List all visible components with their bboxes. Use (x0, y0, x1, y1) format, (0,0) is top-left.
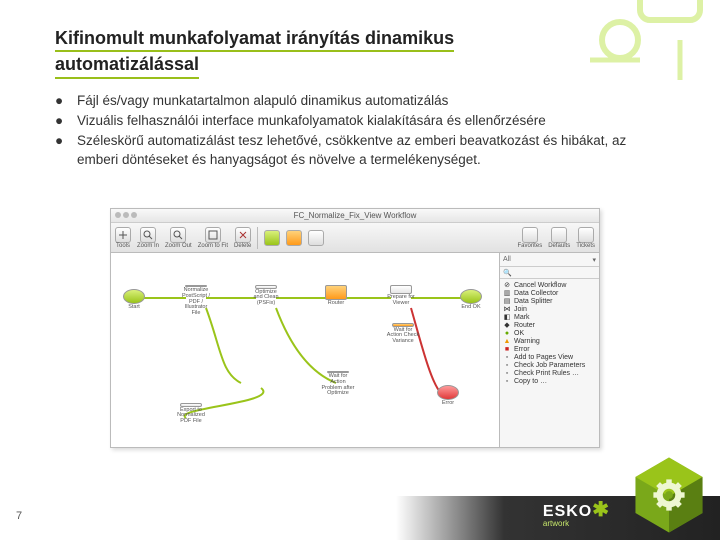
ok-icon: ● (503, 329, 511, 337)
list-item: ⋈Join (502, 305, 597, 313)
chevron-down-icon: ▾ (592, 256, 596, 264)
window-controls[interactable] (115, 212, 137, 218)
toolbar-extra[interactable] (264, 230, 280, 246)
bullet-text: Széleskörű automatizálást tesz lehetővé,… (77, 132, 660, 168)
search-icon: 🔍 (503, 269, 512, 277)
task-list[interactable]: ⊘Cancel Workflow ▥Data Collector ▤Data S… (500, 279, 599, 447)
list-item: ▤Data Splitter (502, 297, 597, 305)
mark-icon: ◧ (503, 313, 511, 321)
list-item: ▲Warning (502, 337, 597, 345)
workflow-canvas[interactable]: Start Normalize PostScript / PDF / Illus… (111, 253, 499, 447)
splitter-icon: ▤ (503, 297, 511, 305)
list-item: ▫Check Print Rules … (502, 369, 597, 377)
search-input[interactable]: 🔍 (500, 267, 599, 279)
bullet-text: Fájl és/vagy munkatartalmon alapuló dina… (77, 92, 660, 110)
error-icon: ■ (503, 345, 511, 353)
bullet-text: Vizuális felhasználói interface munkafol… (77, 112, 660, 130)
node-optimize[interactable]: Optimize and Clean (PSFix) (251, 285, 281, 307)
window-title: FC_Normalize_Fix_View Workflow (294, 211, 417, 220)
bullet-icon: ● (55, 112, 69, 130)
rules-icon: ▫ (503, 369, 511, 377)
toolbar-button-defaults[interactable]: Defaults (548, 227, 570, 249)
router-icon: ◆ (503, 321, 511, 329)
bullet-icon: ● (55, 132, 69, 168)
toolbar-button-tickets[interactable]: Tickets (576, 227, 595, 249)
toolbar: Tools Zoom In Zoom Out Zoom to Fit Delet… (111, 223, 599, 253)
list-item: ▫Add to Pages View (502, 353, 597, 361)
node-wait-variance[interactable]: Wait for Action Check Variance (386, 323, 420, 345)
toolbar-button-zoom-in[interactable]: Zoom In (137, 227, 159, 249)
toolbar-button-favorites[interactable]: Favorites (518, 227, 543, 249)
list-item: ■Error (502, 345, 597, 353)
title-line2: automatizálással (55, 52, 199, 78)
toolbar-button-tools[interactable]: Tools (115, 227, 131, 249)
collector-icon: ▥ (503, 289, 511, 297)
side-panel: All ▾ 🔍 ⊘Cancel Workflow ▥Data Collector… (499, 253, 599, 447)
node-start[interactable]: Start (119, 289, 149, 311)
gear-badge-icon (630, 456, 708, 534)
filter-dropdown[interactable]: All ▾ (500, 253, 599, 267)
app-screenshot: FC_Normalize_Fix_View Workflow Tools Zoo… (110, 208, 600, 448)
toolbar-button-delete[interactable]: Delete (234, 227, 251, 249)
node-wait-problem[interactable]: Wait for Action Problem after Optimize (321, 371, 355, 393)
toolbar-extra[interactable] (286, 230, 302, 246)
node-export-pdf[interactable]: Export to Normalized PDF File (176, 403, 206, 425)
join-icon: ⋈ (503, 305, 511, 313)
check-icon: ▫ (503, 361, 511, 369)
asterisk-icon: ✱ (592, 499, 610, 521)
page-number: 7 (16, 510, 22, 522)
node-error[interactable]: Error (433, 385, 463, 407)
list-item: ⊘Cancel Workflow (502, 281, 597, 289)
list-item: ◧Mark (502, 313, 597, 321)
bullet-list: ● Fájl és/vagy munkatartalmon alapuló din… (55, 92, 660, 171)
copy-icon: ▫ (503, 377, 511, 385)
window-titlebar: FC_Normalize_Fix_View Workflow (111, 209, 599, 223)
list-item: ▫Check Job Parameters (502, 361, 597, 369)
list-item: ◆Router (502, 321, 597, 329)
toolbar-button-zoom-out[interactable]: Zoom Out (165, 227, 192, 249)
warning-icon: ▲ (503, 337, 511, 345)
page-icon: ▫ (503, 353, 511, 361)
node-router[interactable]: Router (321, 285, 351, 307)
footer-background (0, 496, 720, 540)
title-line1: Kifinomult munkafolyamat irányítás dinam… (55, 26, 454, 52)
slide-title: Kifinomult munkafolyamat irányítás dinam… (55, 26, 660, 79)
node-prepare-viewer[interactable]: Prepare for Viewer (386, 285, 416, 307)
toolbar-extra[interactable] (308, 230, 324, 246)
toolbar-button-zoom-fit[interactable]: Zoom to Fit (198, 227, 228, 249)
node-end-ok[interactable]: End OK (456, 289, 486, 311)
list-item: ●OK (502, 329, 597, 337)
list-item: ▫Copy to … (502, 377, 597, 385)
list-item: ▥Data Collector (502, 289, 597, 297)
bullet-icon: ● (55, 92, 69, 110)
node-normalize[interactable]: Normalize PostScript / PDF / Illustrator… (181, 285, 211, 307)
cancel-icon: ⊘ (503, 281, 511, 289)
footer-logo: ESKO✱ artwork (543, 503, 610, 528)
